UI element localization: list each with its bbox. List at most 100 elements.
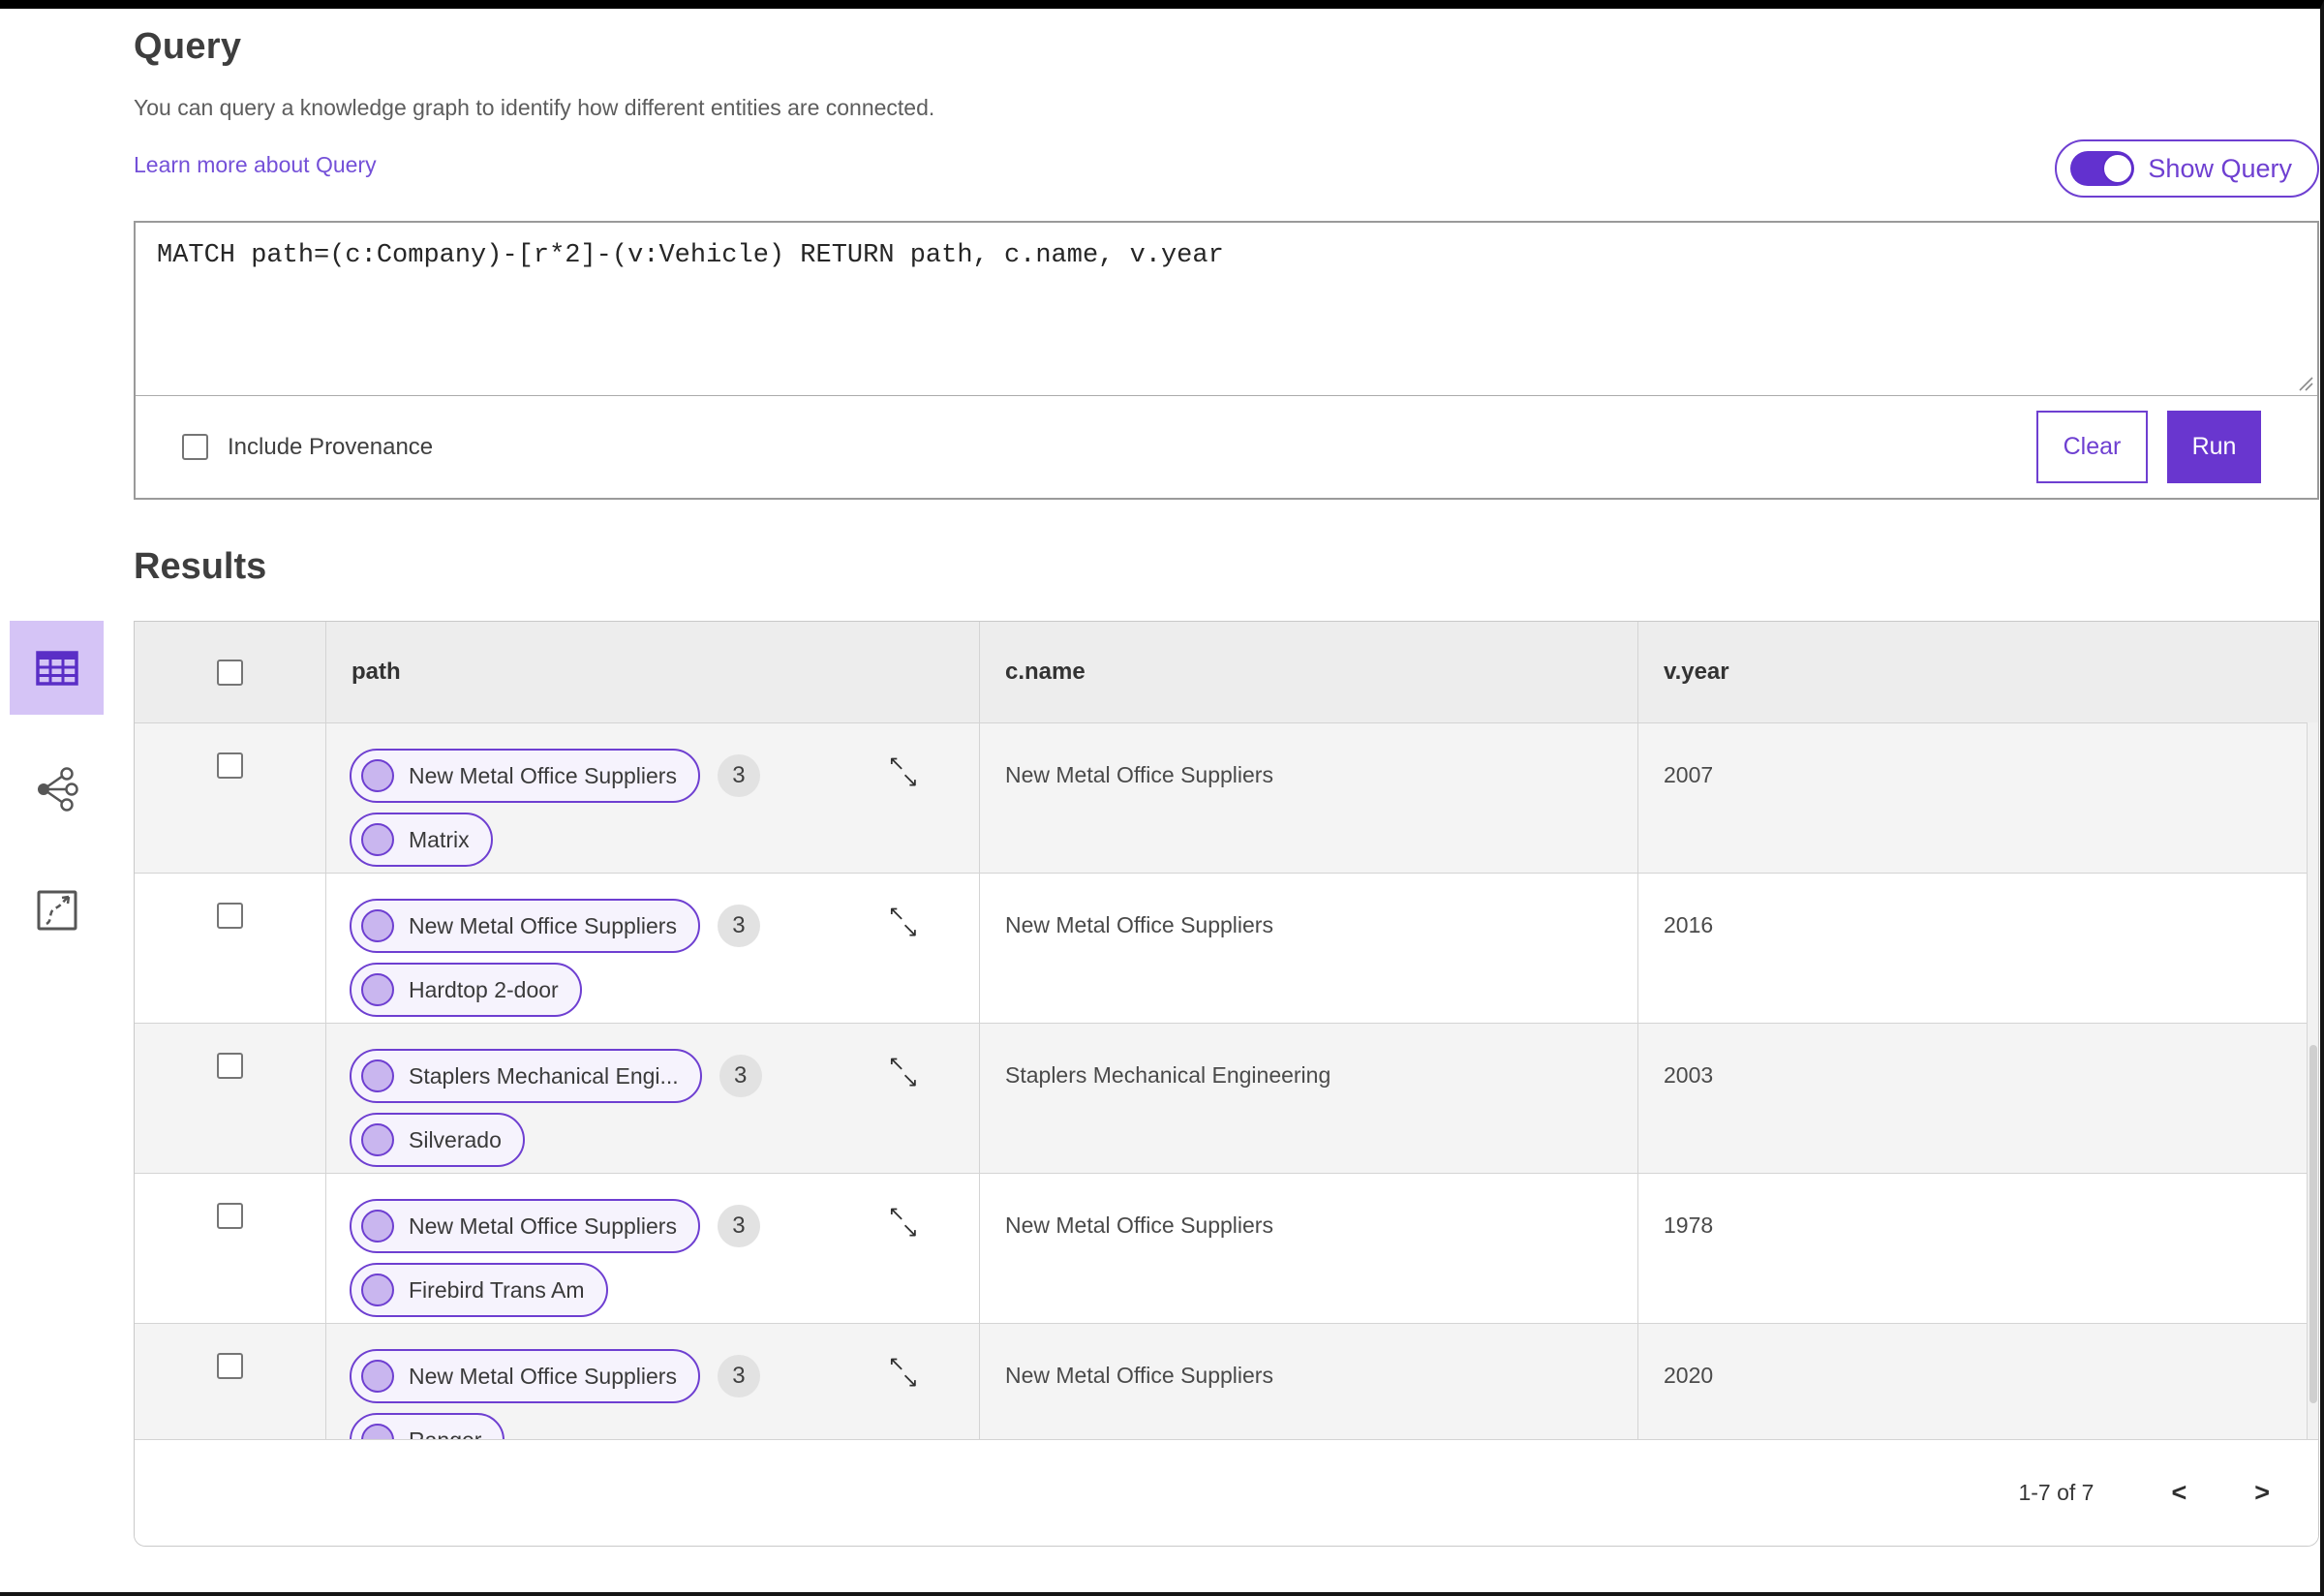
results-table: path c.name v.year New Metal Office Supp… bbox=[134, 621, 2319, 1547]
show-query-toggle[interactable]: Show Query bbox=[2055, 139, 2319, 198]
resize-grip-icon[interactable] bbox=[2297, 375, 2314, 392]
path-node-pill[interactable]: Firebird Trans Am bbox=[350, 1263, 608, 1317]
path-count-badge: 3 bbox=[717, 905, 760, 947]
include-provenance-option[interactable]: Include Provenance bbox=[182, 434, 433, 461]
select-all-checkbox[interactable] bbox=[217, 659, 243, 686]
table-scrollbar[interactable] bbox=[2307, 722, 2318, 1439]
page-description: You can query a knowledge graph to ident… bbox=[134, 95, 935, 120]
query-toolbar: Include Provenance Clear Run bbox=[136, 395, 2317, 498]
query-text[interactable]: MATCH path=(c:Company)-[r*2]-(v:Vehicle)… bbox=[157, 238, 2296, 273]
path-node-pill[interactable]: Matrix bbox=[350, 813, 493, 867]
page: Query You can query a knowledge graph to… bbox=[0, 0, 2324, 1596]
node-icon bbox=[361, 759, 394, 792]
page-title: Query bbox=[134, 26, 242, 67]
node-icon bbox=[361, 1424, 394, 1439]
graph-view-button[interactable] bbox=[10, 742, 104, 836]
select-row-checkbox[interactable] bbox=[217, 752, 243, 779]
expand-icon[interactable]: ↖ ↘ bbox=[888, 903, 925, 948]
learn-more-link[interactable]: Learn more about Query bbox=[134, 152, 377, 178]
path-node-label: Hardtop 2-door bbox=[409, 976, 559, 1002]
cname-cell: New Metal Office Suppliers bbox=[979, 1174, 1637, 1323]
column-header-vyear[interactable]: v.year bbox=[1637, 622, 2318, 722]
node-icon bbox=[361, 973, 394, 1006]
pagination-range: 1-7 of 7 bbox=[2018, 1480, 2095, 1505]
table-view-button[interactable] bbox=[10, 621, 104, 715]
node-icon bbox=[361, 1059, 394, 1092]
expand-icon[interactable]: ↖ ↘ bbox=[888, 1353, 925, 1398]
path-node-label: Staplers Mechanical Engi... bbox=[409, 1062, 679, 1089]
pagination: 1-7 of 7 < > bbox=[135, 1439, 2318, 1546]
include-provenance-checkbox[interactable] bbox=[182, 434, 208, 460]
clear-button[interactable]: Clear bbox=[2036, 411, 2148, 483]
column-header-cname[interactable]: c.name bbox=[979, 622, 1637, 722]
node-icon bbox=[361, 823, 394, 856]
path-node-pill[interactable]: New Metal Office Suppliers bbox=[350, 1349, 700, 1403]
vyear-cell: 2016 bbox=[1637, 874, 2318, 1023]
path-node-pill[interactable]: Ranger bbox=[350, 1413, 505, 1439]
cname-cell: New Metal Office Suppliers bbox=[979, 1324, 1637, 1439]
node-icon bbox=[361, 1360, 394, 1393]
table-row: New Metal Office Suppliers 3 ↖↘ Ranger N… bbox=[135, 1323, 2318, 1439]
path-node-label: New Metal Office Suppliers bbox=[409, 762, 677, 788]
query-editor[interactable]: MATCH path=(c:Company)-[r*2]-(v:Vehicle)… bbox=[136, 223, 2317, 395]
path-node-pill[interactable]: Hardtop 2-door bbox=[350, 963, 582, 1017]
path-count-badge: 3 bbox=[717, 754, 760, 797]
table-header-row: path c.name v.year bbox=[135, 622, 2318, 722]
path-node-label: New Metal Office Suppliers bbox=[409, 1212, 677, 1239]
results-title: Results bbox=[134, 546, 267, 587]
include-provenance-label: Include Provenance bbox=[228, 433, 434, 460]
path-count-badge: 3 bbox=[717, 1205, 760, 1247]
cname-cell: New Metal Office Suppliers bbox=[979, 723, 1637, 873]
vyear-cell: 2003 bbox=[1637, 1024, 2318, 1173]
results-section: path c.name v.year New Metal Office Supp… bbox=[10, 621, 2319, 1547]
node-icon bbox=[361, 1123, 394, 1156]
path-node-pill[interactable]: New Metal Office Suppliers bbox=[350, 1199, 700, 1253]
expand-icon[interactable]: ↖ ↘ bbox=[888, 1053, 925, 1098]
toggle-knob bbox=[2102, 153, 2134, 184]
path-node-label: Firebird Trans Am bbox=[409, 1276, 585, 1303]
select-row-checkbox[interactable] bbox=[217, 1203, 243, 1229]
node-icon bbox=[361, 1210, 394, 1243]
show-query-label: Show Query bbox=[2148, 153, 2292, 183]
path-count-badge: 3 bbox=[717, 1355, 760, 1397]
path-node-pill[interactable]: New Metal Office Suppliers bbox=[350, 749, 700, 803]
chart-view-icon bbox=[37, 890, 76, 930]
run-button[interactable]: Run bbox=[2167, 411, 2261, 483]
path-node-label: New Metal Office Suppliers bbox=[409, 912, 677, 938]
expand-icon[interactable]: ↖ ↘ bbox=[888, 752, 925, 798]
expand-icon[interactable]: ↖ ↘ bbox=[888, 1203, 925, 1248]
vyear-cell: 2020 bbox=[1637, 1324, 2318, 1439]
scrollbar-thumb[interactable] bbox=[2309, 1045, 2317, 1403]
path-node-pill[interactable]: Silverado bbox=[350, 1113, 525, 1167]
path-node-pill[interactable]: Staplers Mechanical Engi... bbox=[350, 1049, 702, 1103]
path-node-label: Silverado bbox=[409, 1126, 502, 1152]
cname-cell: New Metal Office Suppliers bbox=[979, 874, 1637, 1023]
table-row: New Metal Office Suppliers 3 ↖ ↘ Firebird… bbox=[135, 1173, 2318, 1323]
table-row: New Metal Office Suppliers 3 ↖ ↘ Matrix N… bbox=[135, 722, 2318, 873]
node-icon bbox=[361, 909, 394, 942]
pagination-next-button[interactable]: > bbox=[2254, 1478, 2270, 1508]
view-switcher bbox=[10, 621, 104, 957]
toolbar-buttons: Clear Run bbox=[2036, 411, 2261, 483]
column-header-path[interactable]: path bbox=[325, 622, 979, 722]
query-panel: MATCH path=(c:Company)-[r*2]-(v:Vehicle)… bbox=[134, 221, 2319, 500]
network-view-icon bbox=[37, 766, 78, 812]
main-content: Query You can query a knowledge graph to… bbox=[10, 26, 2319, 1547]
table-view-icon bbox=[35, 650, 78, 686]
vyear-cell: 1978 bbox=[1637, 1174, 2318, 1323]
pagination-prev-button[interactable]: < bbox=[2171, 1478, 2186, 1508]
path-node-label: Ranger bbox=[409, 1427, 481, 1440]
select-row-checkbox[interactable] bbox=[217, 1353, 243, 1379]
select-row-checkbox[interactable] bbox=[217, 903, 243, 929]
chart-view-button[interactable] bbox=[10, 863, 104, 957]
vyear-cell: 2007 bbox=[1637, 723, 2318, 873]
path-node-label: New Metal Office Suppliers bbox=[409, 1363, 677, 1389]
path-node-pill[interactable]: New Metal Office Suppliers bbox=[350, 899, 700, 953]
path-count-badge: 3 bbox=[719, 1055, 762, 1097]
toggle-switch-icon[interactable] bbox=[2070, 151, 2135, 186]
cname-cell: Staplers Mechanical Engineering bbox=[979, 1024, 1637, 1173]
path-node-label: Matrix bbox=[409, 826, 470, 852]
select-row-checkbox[interactable] bbox=[217, 1053, 243, 1079]
node-icon bbox=[361, 1274, 394, 1306]
table-row: Staplers Mechanical Engi... 3 ↖ ↘ Silvera… bbox=[135, 1023, 2318, 1173]
